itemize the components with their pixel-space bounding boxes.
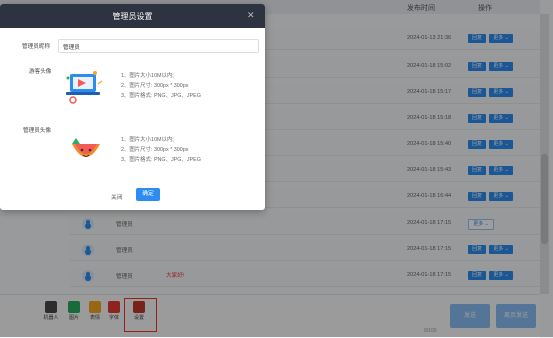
tip-format: 3、图片格式: PNG、JPG、JPEG <box>121 157 201 163</box>
admin-name-value: 管理员 <box>63 45 80 51</box>
admin-avatar-tips: 1、图片大小10M以内; 2、图片尺寸: 300px * 300px 3、图片格… <box>121 135 201 165</box>
confirm-button[interactable]: 确定 <box>136 188 160 201</box>
visitor-avatar-tips: 1、图片大小10M以内; 2、图片尺寸: 300px * 300px 3、图片格… <box>121 71 201 101</box>
tip-dimension: 2、图片尺寸: 300px * 300px <box>121 147 189 153</box>
visitor-avatar-image[interactable] <box>62 66 106 110</box>
admin-name-label: 管理员昵称 <box>22 44 50 50</box>
admin-settings-modal: 管理员设置 ✕ 管理员昵称 管理员 游客头像 1、图片大小10M以内; 2、图片… <box>0 4 265 210</box>
close-icon[interactable]: ✕ <box>247 10 255 21</box>
admin-avatar-image[interactable] <box>66 130 106 170</box>
admin-name-input[interactable]: 管理员 <box>58 39 259 53</box>
tip-size: 1、图片大小10M以内; <box>121 73 174 79</box>
modal-title: 管理员设置 <box>112 12 153 21</box>
tip-size: 1、图片大小10M以内; <box>121 137 174 143</box>
tip-dimension: 2、图片尺寸: 300px * 300px <box>121 83 189 89</box>
visitor-avatar-label: 游客头像 <box>29 69 52 75</box>
admin-avatar-label: 管理员头像 <box>23 128 51 134</box>
cancel-button[interactable]: 关闭 <box>111 192 123 201</box>
tip-format: 3、图片格式: PNG、JPG、JPEG <box>121 93 201 99</box>
